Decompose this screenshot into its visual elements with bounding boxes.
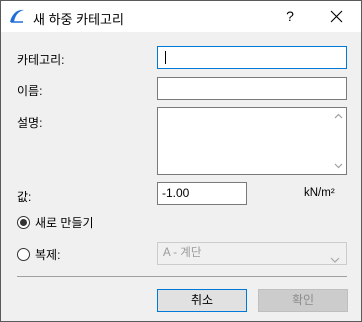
ok-button[interactable]: 확인 [258,289,348,312]
duplicate-option[interactable]: 복제: [17,246,60,262]
category-input[interactable] [157,46,347,69]
value-label: 값: [17,190,32,204]
name-input[interactable] [157,77,347,100]
help-button[interactable]: ? [267,1,313,32]
text-caret [165,51,166,64]
duplicate-label: 복제: [35,247,61,262]
category-label: 카테고리: [17,53,65,67]
close-button[interactable] [313,1,361,32]
chevron-down-icon [330,250,340,271]
title-bar: 새 하중 카테고리 ? [1,1,361,32]
unit-label: kN/m² [304,187,335,199]
value-input[interactable]: -1.00 [157,182,247,205]
cancel-button[interactable]: 취소 [157,289,247,312]
duplicate-radio[interactable] [17,247,30,261]
create-new-label: 새로 만들기 [35,215,94,230]
duplicate-source-select[interactable]: A - 계단 [157,242,347,265]
scroll-up-icon[interactable] [330,108,346,124]
duplicate-source-value: A - 계단 [163,247,202,259]
name-label: 이름: [17,84,43,98]
scroll-down-icon[interactable] [330,158,346,174]
value-input-value: -1.00 [162,186,190,200]
create-new-radio[interactable] [17,215,30,229]
separator [17,276,347,277]
archicad-app-icon [9,8,25,24]
create-new-option[interactable]: 새로 만들기 [17,214,94,230]
window-title: 새 하중 카테고리 [33,12,124,27]
description-scrollbar[interactable] [330,108,346,174]
description-label: 설명: [17,116,43,130]
new-load-category-dialog: 새 하중 카테고리 ? 카테고리: 이름: 설명: 값: -1.00 kN/m²… [0,0,362,322]
description-textarea[interactable] [157,107,347,175]
close-icon [330,10,343,23]
